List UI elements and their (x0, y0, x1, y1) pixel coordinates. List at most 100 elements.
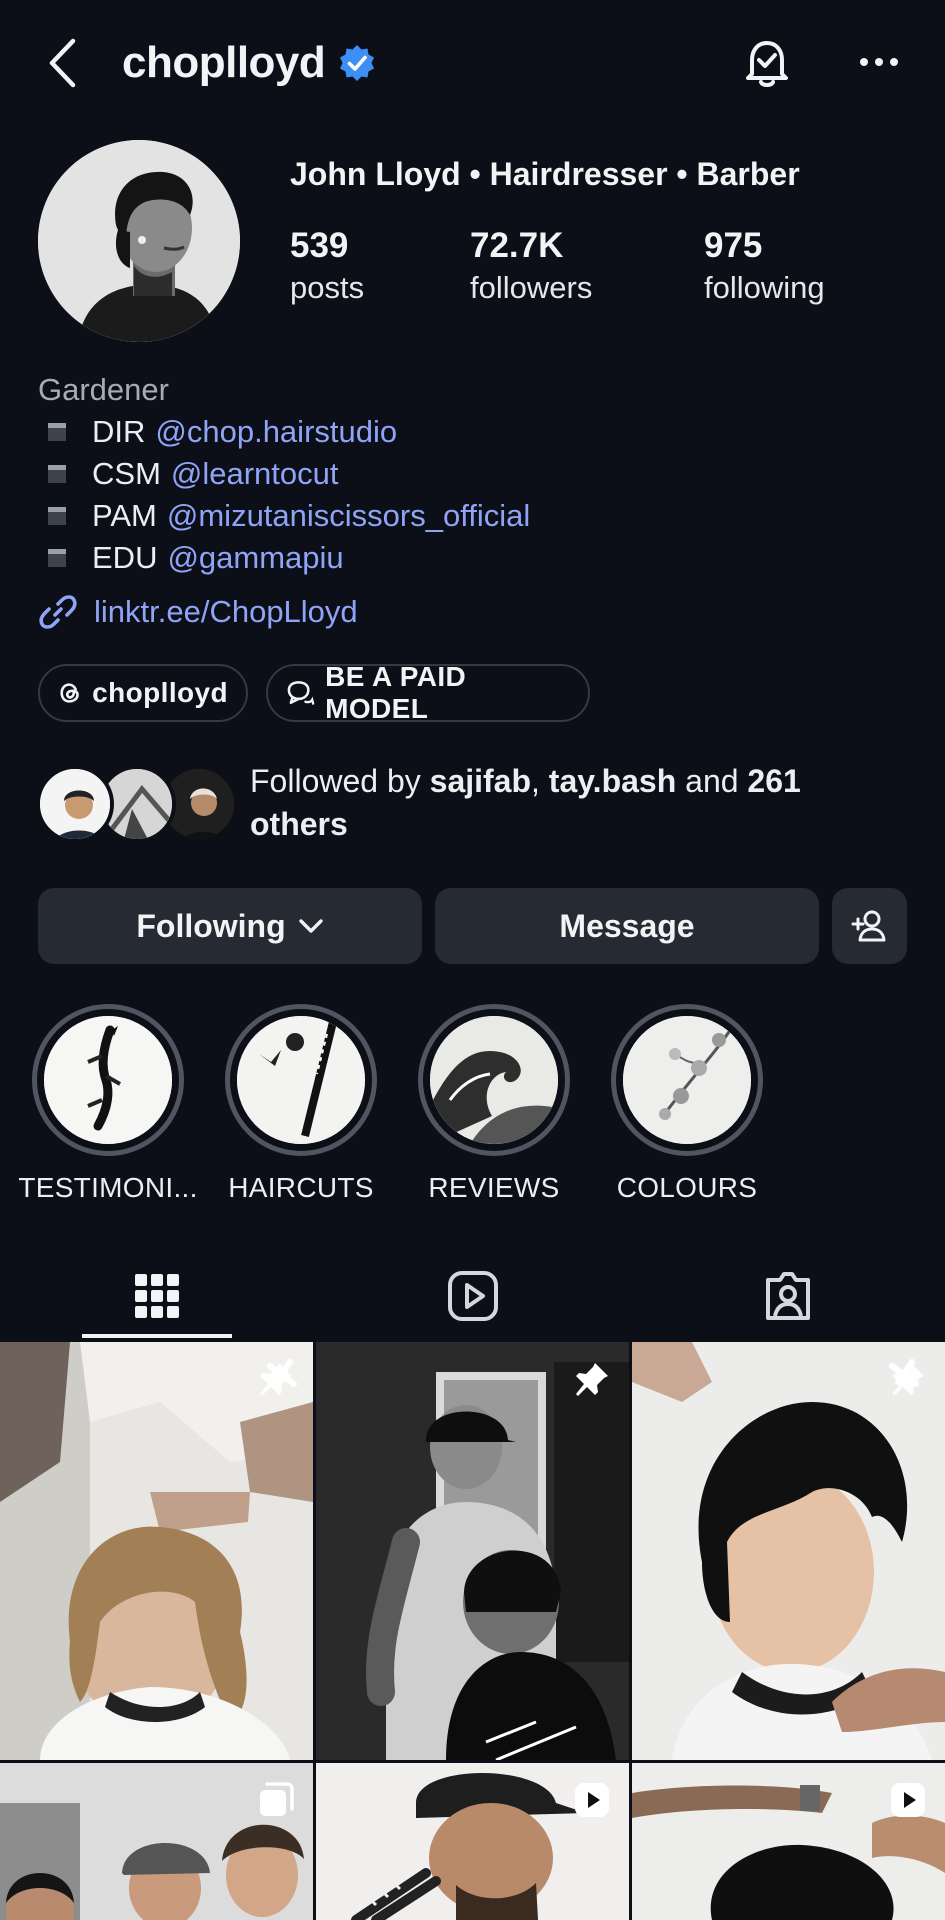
threads-handle: choplloyd (92, 677, 228, 708)
story-highlight[interactable]: TESTIMONI... (18, 1004, 197, 1204)
dot-icon (875, 58, 883, 66)
mutual-followers-avatars[interactable] (36, 765, 238, 845)
following-label: Following (136, 907, 286, 944)
bell-check-icon (746, 41, 788, 87)
grid-post[interactable] (316, 1763, 629, 1920)
bio-mention-link[interactable]: @gammapiu (167, 540, 343, 576)
mutual-user-1: sajifab (429, 763, 532, 799)
highlight-cover (237, 1016, 365, 1144)
highlight-label: REVIEWS (428, 1172, 560, 1203)
profile-avatar[interactable] (38, 140, 240, 342)
bio-line: DIR @chop.hairstudio (48, 414, 397, 450)
pin-icon (260, 1363, 292, 1396)
back-button[interactable] (40, 34, 84, 92)
followers-label: followers (470, 270, 593, 305)
highlight-ring (611, 1004, 763, 1156)
add-person-icon (851, 910, 885, 942)
and-text: and (676, 763, 748, 799)
carousel-icon (260, 1782, 294, 1816)
username: choplloyd (122, 38, 326, 87)
post-photo (316, 1342, 629, 1760)
dot-icon (860, 58, 868, 66)
square-emoji-icon (48, 549, 66, 567)
grid-post[interactable] (0, 1763, 313, 1920)
story-highlight[interactable]: HAIRCUTS (225, 1004, 377, 1204)
grid-post[interactable] (0, 1342, 313, 1760)
pin-icon (576, 1363, 608, 1396)
mutual-user-2: tay.bash (548, 763, 677, 799)
more-options-button[interactable] (852, 42, 906, 82)
link-icon (39, 595, 77, 629)
highlight-label: TESTIMONI... (18, 1172, 198, 1203)
bio-line: CSM @learntocut (48, 456, 339, 492)
followers-stat[interactable]: 72.7K followers (470, 224, 592, 308)
highlight-cover (430, 1016, 558, 1144)
bio-line: PAM @mizutaniscissors_official (48, 498, 530, 534)
tab-reels[interactable] (398, 1256, 548, 1336)
following-count: 975 (704, 226, 763, 265)
pin-icon (892, 1363, 924, 1396)
verified-badge-icon (340, 45, 375, 81)
followed-by-prefix: Followed by (250, 763, 430, 799)
highlight-ring (225, 1004, 377, 1156)
profile-photo (38, 140, 240, 342)
highlight-label: COLOURS (616, 1172, 758, 1203)
bio-mention-link[interactable]: @chop.hairstudio (155, 414, 397, 450)
posts-count: 539 (290, 226, 349, 265)
bio-mention-link[interactable]: @learntocut (171, 456, 339, 492)
link-text: linktr.ee/ChopLloyd (94, 594, 358, 629)
reel-icon (891, 1783, 925, 1817)
message-button[interactable]: Message (435, 888, 819, 964)
message-label: Message (559, 907, 695, 944)
profile-username-header: choplloyd (122, 38, 377, 88)
threads-icon (60, 683, 79, 703)
grid-post[interactable] (316, 1342, 629, 1760)
profile-full-name: John Lloyd • Hairdresser • Barber (290, 156, 800, 192)
chat-bubbles-icon (287, 681, 315, 705)
avatar (36, 765, 114, 843)
following-stat[interactable]: 975 following (704, 224, 825, 308)
paid-model-pill[interactable]: BE A PAID MODEL (266, 661, 590, 724)
separator: , (531, 763, 549, 799)
story-highlight[interactable]: REVIEWS (418, 1004, 570, 1204)
highlight-ring (418, 1004, 570, 1156)
followers-count: 72.7K (470, 226, 564, 265)
profile-external-link[interactable]: linktr.ee/ChopLloyd (38, 592, 358, 632)
chevron-down-icon (298, 919, 323, 933)
following-button[interactable]: Following (38, 888, 422, 964)
square-emoji-icon (48, 465, 66, 483)
square-emoji-icon (48, 507, 66, 525)
mutual-count: 261 (747, 763, 801, 799)
reels-play-icon (448, 1271, 498, 1321)
highlight-cover (44, 1016, 172, 1144)
square-emoji-icon (48, 423, 66, 441)
profile-category: Gardener (38, 372, 169, 407)
others-text: others (250, 806, 348, 842)
reel-icon (575, 1783, 609, 1817)
tab-posts-grid[interactable] (82, 1256, 232, 1336)
followed-by-text[interactable]: Followed by sajifab, tay.bash and 261 ot… (250, 760, 890, 846)
bio-line: EDU @gammapiu (48, 540, 344, 576)
highlight-label: HAIRCUTS (228, 1172, 374, 1203)
notification-bell-button[interactable] (738, 34, 796, 92)
following-label: following (704, 270, 825, 305)
bio-prefix: PAM (92, 498, 157, 533)
posts-stat[interactable]: 539 posts (290, 224, 364, 308)
posts-label: posts (290, 270, 365, 305)
tagged-person-icon (766, 1272, 810, 1320)
highlight-cover (623, 1016, 751, 1144)
suggested-people-button[interactable] (832, 888, 907, 964)
bio-prefix: DIR (92, 414, 146, 449)
active-tab-indicator (82, 1334, 232, 1338)
bio-mention-link[interactable]: @mizutaniscissors_official (167, 498, 530, 534)
post-photo (0, 1342, 313, 1760)
chevron-left-icon (49, 38, 76, 88)
dot-icon (890, 58, 898, 66)
grid-icon (135, 1274, 179, 1318)
story-highlight[interactable]: COLOURS (611, 1004, 763, 1204)
threads-profile-pill[interactable]: choplloyd (38, 664, 248, 722)
grid-post[interactable] (632, 1763, 945, 1920)
tab-tagged[interactable] (713, 1256, 863, 1336)
post-photo (632, 1342, 945, 1760)
grid-post[interactable] (632, 1342, 945, 1760)
